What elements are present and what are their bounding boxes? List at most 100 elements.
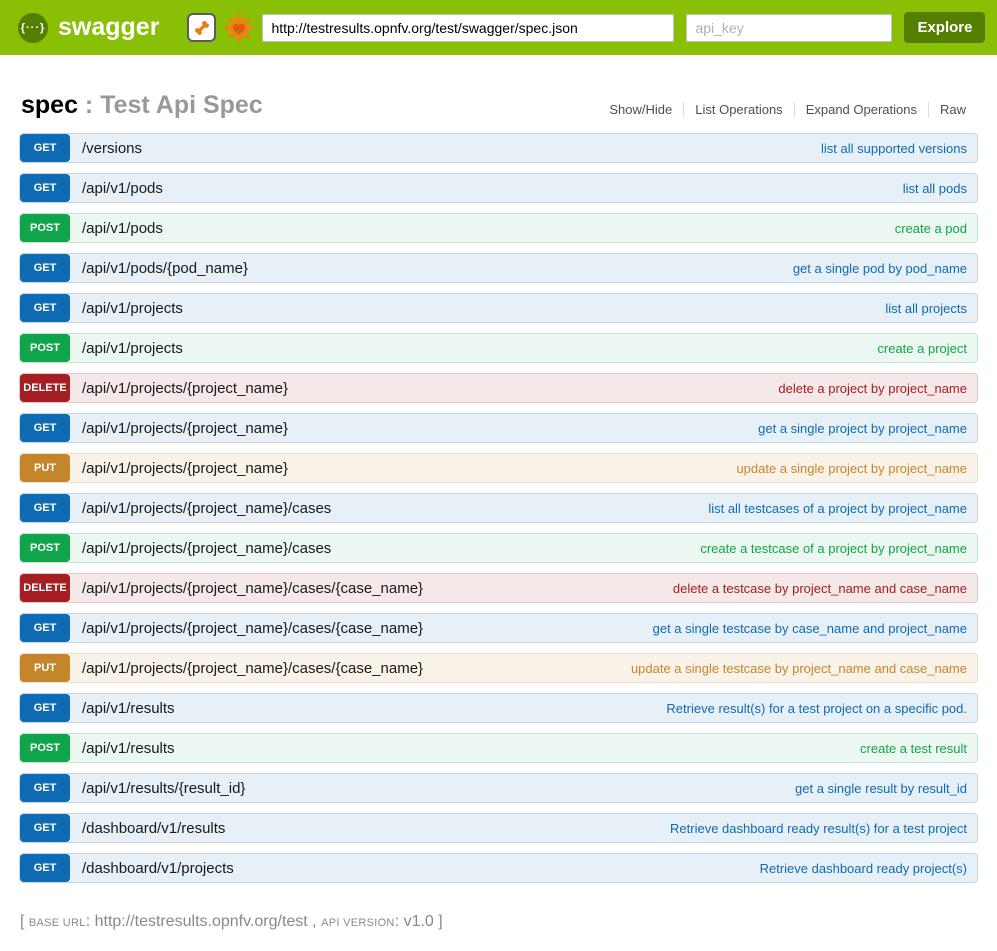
- base-url-label: base url: [29, 917, 86, 929]
- toolbar-link[interactable]: Raw: [928, 102, 966, 117]
- http-method-badge: DELETE: [20, 574, 70, 602]
- bone-icon: [193, 19, 211, 37]
- endpoint-summary[interactable]: get a single pod by pod_name: [248, 261, 977, 276]
- endpoint-path[interactable]: /api/v1/projects/{project_name}/cases: [82, 500, 331, 517]
- endpoint-row[interactable]: GET /api/v1/projects list all projects: [19, 293, 978, 323]
- endpoint-row[interactable]: POST /api/v1/projects create a project: [19, 333, 978, 363]
- http-method-badge: DELETE: [20, 374, 70, 402]
- endpoint-path[interactable]: /dashboard/v1/results: [82, 820, 225, 837]
- header-tools: Explore: [187, 12, 985, 43]
- endpoint-path[interactable]: /api/v1/projects/{project_name}/cases/{c…: [82, 620, 423, 637]
- base-url-colon: :: [86, 913, 95, 930]
- operations-toolbar: Show/Hide List Operations Expand Operation…: [609, 102, 976, 117]
- toolbar-link[interactable]: Expand Operations: [794, 102, 917, 117]
- api-resource-section: spec : Test Api Spec Show/Hide List Opera…: [18, 91, 979, 883]
- endpoint-summary[interactable]: Retrieve result(s) for a test project on…: [175, 701, 977, 716]
- http-method-badge: GET: [20, 254, 70, 282]
- endpoint-row[interactable]: GET /api/v1/projects/{project_name}/case…: [19, 613, 978, 643]
- gear-settings-button[interactable]: [224, 13, 254, 43]
- http-method-badge: PUT: [20, 654, 70, 682]
- http-method-badge: GET: [20, 694, 70, 722]
- endpoint-summary[interactable]: get a single project by project_name: [288, 421, 977, 436]
- endpoint-summary[interactable]: list all pods: [163, 181, 977, 196]
- endpoint-path[interactable]: /api/v1/projects/{project_name}: [82, 420, 288, 437]
- endpoint-path[interactable]: /api/v1/projects: [82, 300, 183, 317]
- endpoint-row[interactable]: GET /versions list all supported version…: [19, 133, 978, 163]
- spec-url-input[interactable]: [262, 14, 674, 42]
- endpoint-summary[interactable]: list all testcases of a project by proje…: [331, 501, 977, 516]
- endpoint-row[interactable]: GET /dashboard/v1/results Retrieve dashb…: [19, 813, 978, 843]
- resource-name[interactable]: spec: [21, 91, 78, 119]
- toolbar-link[interactable]: List Operations: [683, 102, 782, 117]
- endpoint-path[interactable]: /api/v1/pods/{pod_name}: [82, 260, 248, 277]
- endpoint-path[interactable]: /api/v1/results/{result_id}: [82, 780, 245, 797]
- endpoint-summary[interactable]: create a testcase of a project by projec…: [331, 541, 977, 556]
- endpoint-path[interactable]: /api/v1/projects/{project_name}/cases/{c…: [82, 580, 423, 597]
- endpoint-row[interactable]: GET /api/v1/pods list all pods: [19, 173, 978, 203]
- http-method-badge: POST: [20, 734, 70, 762]
- endpoint-row[interactable]: GET /api/v1/results Retrieve result(s) f…: [19, 693, 978, 723]
- endpoint-path[interactable]: /versions: [82, 140, 142, 157]
- gear-heart-icon: [224, 13, 254, 43]
- bone-link-button[interactable]: [187, 13, 216, 42]
- endpoint-path[interactable]: /api/v1/pods: [82, 180, 163, 197]
- http-method-badge: POST: [20, 214, 70, 242]
- endpoint-summary[interactable]: update a single project by project_name: [288, 461, 977, 476]
- endpoint-row[interactable]: GET /api/v1/projects/{project_name}/case…: [19, 493, 978, 523]
- endpoint-row[interactable]: DELETE /api/v1/projects/{project_name}/c…: [19, 573, 978, 603]
- toolbar-link[interactable]: Show/Hide: [609, 102, 672, 117]
- endpoint-path[interactable]: /api/v1/results: [82, 700, 175, 717]
- http-method-badge: GET: [20, 494, 70, 522]
- endpoint-row[interactable]: GET /api/v1/pods/{pod_name} get a single…: [19, 253, 978, 283]
- endpoint-row[interactable]: GET /dashboard/v1/projects Retrieve dash…: [19, 853, 978, 883]
- footer-prefix: [: [20, 913, 29, 930]
- api-key-input[interactable]: [686, 14, 892, 42]
- endpoint-row[interactable]: POST /api/v1/pods create a pod: [19, 213, 978, 243]
- endpoint-summary[interactable]: update a single testcase by project_name…: [423, 661, 977, 676]
- endpoint-summary[interactable]: list all projects: [183, 301, 977, 316]
- endpoint-path[interactable]: /api/v1/pods: [82, 220, 163, 237]
- endpoint-summary[interactable]: get a single testcase by case_name and p…: [423, 621, 977, 636]
- endpoint-summary[interactable]: get a single result by result_id: [245, 781, 977, 796]
- endpoint-row[interactable]: DELETE /api/v1/projects/{project_name} d…: [19, 373, 978, 403]
- http-method-badge: GET: [20, 294, 70, 322]
- endpoint-row[interactable]: PUT /api/v1/projects/{project_name}/case…: [19, 653, 978, 683]
- explore-button[interactable]: Explore: [904, 12, 985, 43]
- http-method-badge: POST: [20, 334, 70, 362]
- endpoint-row[interactable]: POST /api/v1/projects/{project_name}/cas…: [19, 533, 978, 563]
- title-separator: :: [78, 91, 100, 119]
- endpoint-row[interactable]: POST /api/v1/results create a test resul…: [19, 733, 978, 763]
- endpoint-summary[interactable]: delete a testcase by project_name and ca…: [423, 581, 977, 596]
- http-method-badge: GET: [20, 614, 70, 642]
- endpoint-path[interactable]: /api/v1/results: [82, 740, 175, 757]
- endpoint-path[interactable]: /api/v1/projects: [82, 340, 183, 357]
- http-method-badge: GET: [20, 774, 70, 802]
- endpoint-summary[interactable]: Retrieve dashboard ready result(s) for a…: [225, 821, 977, 836]
- swagger-logo[interactable]: {···} swagger: [18, 13, 159, 43]
- endpoint-summary[interactable]: create a project: [183, 341, 977, 356]
- endpoint-row[interactable]: GET /api/v1/results/{result_id} get a si…: [19, 773, 978, 803]
- endpoint-summary[interactable]: list all supported versions: [142, 141, 977, 156]
- endpoint-path[interactable]: /api/v1/projects/{project_name}/cases: [82, 540, 331, 557]
- http-method-badge: GET: [20, 854, 70, 882]
- endpoint-summary[interactable]: create a pod: [163, 221, 977, 236]
- api-version-label: api version: [321, 917, 395, 929]
- footer-separator: ,: [308, 913, 321, 930]
- endpoint-summary[interactable]: create a test result: [175, 741, 977, 756]
- endpoint-summary[interactable]: Retrieve dashboard ready project(s): [234, 861, 977, 876]
- http-method-badge: GET: [20, 134, 70, 162]
- base-url-value: http://testresults.opnfv.org/test: [95, 913, 308, 930]
- endpoint-path[interactable]: /dashboard/v1/projects: [82, 860, 234, 877]
- http-method-badge: GET: [20, 814, 70, 842]
- http-method-badge: PUT: [20, 454, 70, 482]
- endpoint-path[interactable]: /api/v1/projects/{project_name}: [82, 460, 288, 477]
- endpoint-row[interactable]: PUT /api/v1/projects/{project_name} upda…: [19, 453, 978, 483]
- resource-description: Test Api Spec: [100, 91, 263, 119]
- page-title: spec : Test Api Spec: [21, 91, 263, 120]
- http-method-badge: GET: [20, 174, 70, 202]
- endpoint-path[interactable]: /api/v1/projects/{project_name}: [82, 380, 288, 397]
- top-navbar: {···} swagger: [0, 0, 997, 55]
- endpoint-path[interactable]: /api/v1/projects/{project_name}/cases/{c…: [82, 660, 423, 677]
- endpoint-row[interactable]: GET /api/v1/projects/{project_name} get …: [19, 413, 978, 443]
- endpoint-summary[interactable]: delete a project by project_name: [288, 381, 977, 396]
